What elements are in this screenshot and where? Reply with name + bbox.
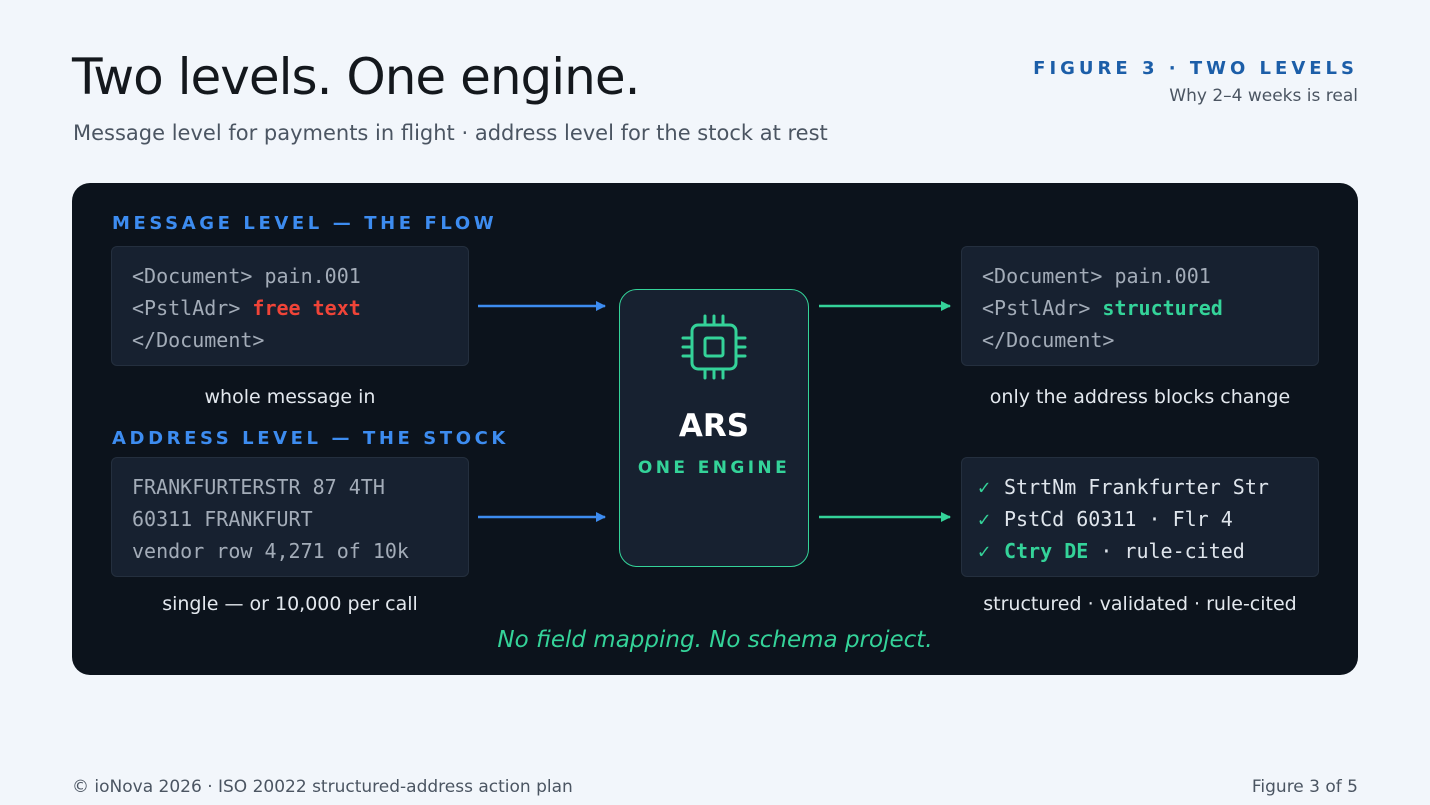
message-input-line-3: </Document> [132, 328, 265, 352]
address-input-line-3: vendor row 4,271 of 10k [132, 539, 409, 563]
pstladr-tag: <PstlAdr> [982, 296, 1103, 320]
address-output-line-3: ✓ Ctry DE · rule-cited [978, 535, 1318, 567]
address-input-line-1: FRANKFURTERSTR 87 4TH [132, 475, 385, 499]
address-input-box: FRANKFURTERSTR 87 4TH 60311 FRANKFURT ve… [111, 457, 469, 577]
address-output-line-1: ✓ StrtNm Frankfurter Str [978, 471, 1318, 503]
check-icon: ✓ [978, 539, 991, 563]
address-output-line-2: ✓ PstCd 60311 · Flr 4 [978, 503, 1318, 535]
figure-label: FIGURE 3 · TWO LEVELS [1033, 58, 1358, 79]
footer-page-indicator: Figure 3 of 5 [1251, 777, 1358, 797]
message-output-caption: only the address blocks change [989, 386, 1291, 408]
page-title: Two levels. One engine. [72, 48, 641, 106]
message-output-line-2: <PstlAdr> structured [982, 292, 1318, 324]
country-value: Ctry DE [1004, 539, 1089, 563]
message-input-line-1: <Document> pain.001 [132, 264, 361, 288]
message-output-line-3: </Document> [982, 328, 1115, 352]
ars-engine-box: ARS ONE ENGINE [619, 289, 809, 567]
message-input-box: <Document> pain.001 <PstlAdr> free text … [111, 246, 469, 366]
page-subtitle: Message level for payments in flight · a… [73, 121, 828, 145]
message-level-label: MESSAGE LEVEL — THE FLOW [112, 213, 498, 234]
engine-tagline: ONE ENGINE [637, 458, 791, 478]
check-icon: ✓ [978, 475, 991, 499]
message-output-line-1: <Document> pain.001 [982, 264, 1211, 288]
message-input-line-2: <PstlAdr> free text [132, 292, 468, 324]
figure-subtitle: Why 2–4 weeks is real [1169, 86, 1358, 106]
diagram-footnote: No field mapping. No schema project. [497, 627, 933, 653]
message-output-box: <Document> pain.001 <PstlAdr> structured… [961, 246, 1319, 366]
pstladr-tag: <PstlAdr> [132, 296, 253, 320]
diagram-panel: MESSAGE LEVEL — THE FLOW <Document> pain… [72, 183, 1358, 675]
chip-icon [681, 314, 747, 380]
engine-name: ARS [678, 408, 750, 444]
address-output-caption: structured · validated · rule-cited [983, 593, 1297, 615]
address-level-label: ADDRESS LEVEL — THE STOCK [112, 428, 509, 449]
address-input-caption: single — or 10,000 per call [162, 593, 418, 615]
check-icon: ✓ [978, 507, 991, 531]
structured-value: structured [1102, 296, 1223, 320]
free-text-value: free text [252, 296, 361, 320]
footer-copyright: © ioNova 2026 · ISO 20022 structured-add… [72, 777, 573, 797]
message-input-caption: whole message in [204, 386, 376, 408]
address-input-line-2: 60311 FRANKFURT [132, 507, 313, 531]
address-output-box: ✓ StrtNm Frankfurter Str ✓ PstCd 60311 · F… [961, 457, 1319, 577]
